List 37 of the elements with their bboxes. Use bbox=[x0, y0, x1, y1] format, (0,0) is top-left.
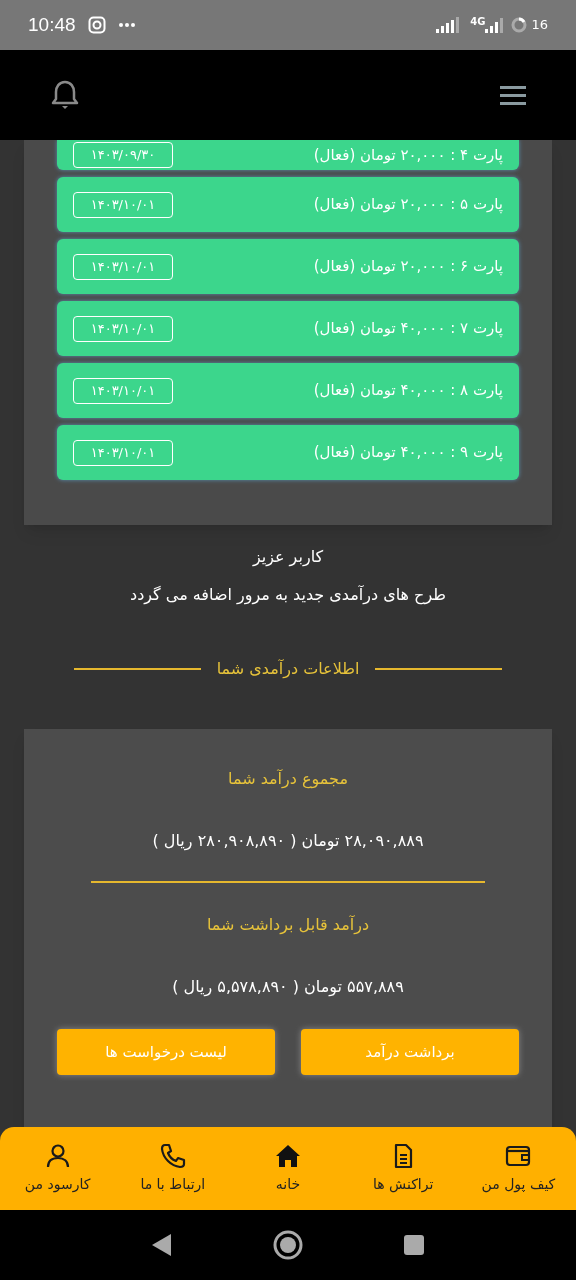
plan-date: ۱۴۰۳/۱۰/۰۱ bbox=[73, 439, 173, 466]
plan-label: پارت ۹ : ۴۰,۰۰۰ تومان (فعال) bbox=[313, 442, 503, 464]
notification-bell-icon[interactable] bbox=[50, 79, 80, 111]
withdrawable-income-title: درآمد قابل برداشت شما bbox=[206, 914, 370, 937]
nav-item[interactable]: خانه bbox=[275, 1174, 301, 1195]
notice-text: طرح های درآمدی جدید به مرور اضافه می گردد bbox=[130, 584, 446, 607]
phone-icon[interactable] bbox=[158, 1142, 187, 1170]
plan-label: پارت ۸ : ۴۰,۰۰۰ تومان (فعال) bbox=[313, 380, 503, 402]
plan-date: ۱۴۰۳/۱۰/۰۱ bbox=[73, 253, 173, 280]
plan-date: ۱۴۰۳/۰۹/۳۰ bbox=[73, 142, 173, 168]
total-income-title: مجموع درآمد شما bbox=[228, 768, 348, 791]
status-time: 10:48 bbox=[28, 12, 76, 37]
total-income-value: ۲۸,۰۹۰,۸۸۹ تومان ( ۲۸۰,۹۰۸,۸۹۰ ریال ) bbox=[152, 830, 424, 853]
battery-ring-icon bbox=[511, 17, 528, 33]
home-circle-icon[interactable] bbox=[273, 1230, 303, 1260]
plan-label: پارت ۷ : ۴۰,۰۰۰ تومان (فعال) bbox=[313, 318, 503, 340]
nav-item[interactable]: کیف پول من bbox=[481, 1174, 556, 1195]
nav-item[interactable]: ارتباط با ما bbox=[140, 1174, 206, 1195]
plan-label: پارت ۶ : ۲۰,۰۰۰ تومان (فعال) bbox=[313, 256, 503, 278]
battery-level: 16 bbox=[531, 16, 548, 35]
plan-date: ۱۴۰۳/۱۰/۰۱ bbox=[73, 315, 173, 342]
greeting-text: کاربر عزیز bbox=[252, 546, 324, 569]
back-icon[interactable] bbox=[151, 1233, 173, 1257]
plan-date: ۱۴۰۳/۱۰/۰۱ bbox=[73, 377, 173, 404]
nav-item[interactable]: تراکنش ها bbox=[373, 1174, 434, 1195]
camera-app-icon bbox=[87, 16, 106, 34]
recents-square-icon[interactable] bbox=[403, 1234, 425, 1256]
network-type: 4G bbox=[470, 15, 486, 29]
house-icon[interactable] bbox=[274, 1142, 302, 1170]
menu-icon[interactable] bbox=[500, 85, 526, 105]
nav-item[interactable]: کارسود من bbox=[24, 1174, 91, 1195]
plan-date: ۱۴۰۳/۱۰/۰۱ bbox=[73, 191, 173, 218]
section-title: اطلاعات درآمدی شما bbox=[216, 658, 360, 681]
withdrawable-income-value: ۵۵۷,۸۸۹ تومان ( ۵,۵۷۸,۸۹۰ ریال ) bbox=[172, 976, 404, 999]
plan-label: پارت ۵ : ۲۰,۰۰۰ تومان (فعال) bbox=[313, 194, 503, 216]
more-dots-icon bbox=[117, 22, 136, 28]
plan-label: پارت ۴ : ۲۰,۰۰۰ تومان (فعال) bbox=[313, 144, 503, 166]
